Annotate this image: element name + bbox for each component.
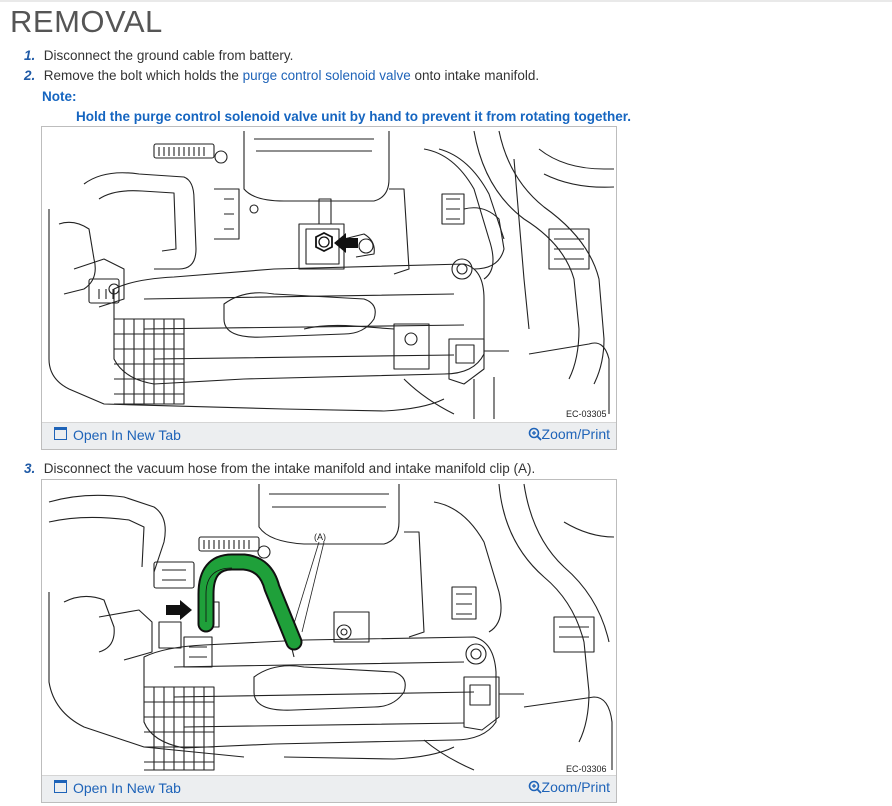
open-in-new-tab-button[interactable]: Open In New Tab bbox=[54, 780, 181, 796]
note-label: Note: bbox=[42, 89, 77, 104]
engine-diagram-2 bbox=[48, 483, 614, 771]
step-text: Disconnect the ground cable from battery… bbox=[43, 48, 294, 63]
step-text: Disconnect the vacuum hose from the inta… bbox=[43, 461, 536, 476]
step-3: 3. Disconnect the vacuum hose from the i… bbox=[24, 461, 535, 476]
open-new-tab-icon bbox=[54, 427, 67, 440]
step-number: 1. bbox=[24, 48, 36, 63]
magnifier-plus-icon bbox=[528, 780, 542, 794]
note-text: Hold the purge control solenoid valve un… bbox=[76, 109, 632, 124]
magnifier-plus-icon bbox=[528, 427, 542, 441]
zoom-print-label: Zoom/Print bbox=[541, 426, 610, 442]
engine-diagram-1 bbox=[48, 130, 614, 419]
pointer-arrow bbox=[166, 600, 192, 620]
callout-a: (A) bbox=[314, 532, 326, 542]
top-divider bbox=[0, 0, 892, 2]
open-in-new-tab-label: Open In New Tab bbox=[73, 427, 181, 443]
step-number: 3. bbox=[24, 461, 36, 476]
zoom-print-label: Zoom/Print bbox=[541, 779, 610, 795]
step-number: 2. bbox=[24, 68, 36, 83]
figure-2-toolbar: Open In New Tab Zoom/Print bbox=[42, 775, 616, 802]
figure-code: EC-03305 bbox=[566, 409, 607, 419]
figure-2: (A) EC-03306 Open In New Tab Zoom/Print bbox=[41, 479, 617, 803]
figure-1: EC-03305 Open In New Tab Zoom/Print bbox=[41, 126, 617, 450]
step-text-before: Remove the bolt which holds the bbox=[43, 68, 243, 83]
open-in-new-tab-button[interactable]: Open In New Tab bbox=[54, 427, 181, 443]
figure-code: EC-03306 bbox=[566, 764, 607, 774]
step-text-after: onto intake manifold. bbox=[410, 68, 540, 83]
open-new-tab-icon bbox=[54, 780, 67, 793]
zoom-print-button[interactable]: Zoom/Print bbox=[528, 779, 610, 795]
step-1: 1. Disconnect the ground cable from batt… bbox=[24, 48, 293, 63]
bolt-marker bbox=[315, 231, 333, 253]
open-in-new-tab-label: Open In New Tab bbox=[73, 780, 181, 796]
page-title: REMOVAL bbox=[10, 4, 163, 39]
figure-1-illustration[interactable]: EC-03305 bbox=[44, 129, 614, 421]
figure-2-illustration[interactable]: (A) EC-03306 bbox=[44, 482, 614, 774]
step-2: 2. Remove the bolt which holds the purge… bbox=[24, 68, 539, 83]
zoom-print-button[interactable]: Zoom/Print bbox=[528, 426, 610, 442]
figure-1-toolbar: Open In New Tab Zoom/Print bbox=[42, 422, 616, 449]
purge-valve-link[interactable]: purge control solenoid valve bbox=[243, 68, 411, 83]
